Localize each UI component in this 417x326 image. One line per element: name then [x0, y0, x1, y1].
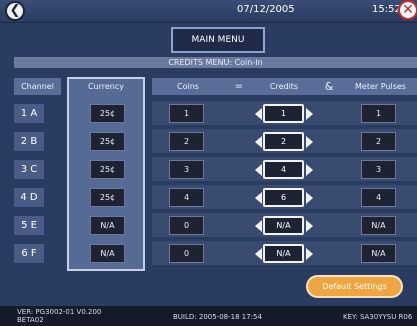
equals-header: =: [224, 78, 254, 95]
top-bar: ❮ 07/12/2005 15:52 ✕: [0, 0, 417, 23]
decrease-arrow-icon[interactable]: [255, 248, 262, 260]
channel-label: 2 B: [14, 132, 44, 151]
currency-value[interactable]: 25¢: [90, 132, 125, 151]
credits-stepper: 1: [255, 104, 313, 123]
increase-arrow-icon[interactable]: [306, 248, 313, 260]
meter-pulses-header: Meter Pulses: [344, 78, 417, 95]
decrease-arrow-icon[interactable]: [255, 220, 262, 232]
coins-value[interactable]: 4: [169, 188, 204, 207]
coins-header: Coins: [152, 78, 224, 95]
coins-value[interactable]: 2: [169, 132, 204, 151]
increase-arrow-icon[interactable]: [306, 108, 313, 120]
build-info: BUILD: 2005-08-18 17:54: [173, 313, 262, 321]
credits-menu-title: CREDITS MENU: Coin-In: [14, 57, 417, 68]
meter-pulses-value[interactable]: 2: [361, 132, 396, 151]
key-info: KEY: SA30YYSU R06: [343, 313, 413, 321]
decrease-arrow-icon[interactable]: [255, 136, 262, 148]
default-settings-button[interactable]: Default Settings: [306, 275, 403, 298]
footer-bar: VER: PG3002-01 V0.200 BETA02 BUILD: 2005…: [0, 306, 417, 326]
credits-stepper: N/A: [255, 216, 313, 235]
channel-label: 3 C: [14, 160, 44, 179]
credits-stepper: N/A: [255, 244, 313, 263]
channel-header: Channel: [14, 78, 61, 95]
credits-value[interactable]: 6: [263, 188, 304, 207]
version-beta: BETA02: [17, 316, 44, 324]
meter-pulses-value[interactable]: 4: [361, 188, 396, 207]
increase-arrow-icon[interactable]: [306, 164, 313, 176]
coins-value[interactable]: 3: [169, 160, 204, 179]
time-display: 15:52: [372, 4, 401, 15]
credits-stepper: 6: [255, 188, 313, 207]
credits-value[interactable]: N/A: [263, 244, 304, 263]
meter-pulses-value[interactable]: 1: [361, 104, 396, 123]
increase-arrow-icon[interactable]: [306, 136, 313, 148]
coins-value[interactable]: 0: [169, 216, 204, 235]
credits-value[interactable]: N/A: [263, 216, 304, 235]
meter-pulses-value[interactable]: N/A: [361, 216, 396, 235]
decrease-arrow-icon[interactable]: [255, 192, 262, 204]
coins-value[interactable]: 1: [169, 104, 204, 123]
decrease-arrow-icon[interactable]: [255, 108, 262, 120]
currency-value[interactable]: N/A: [90, 244, 125, 263]
channel-label: 6 F: [14, 244, 44, 263]
credits-value[interactable]: 4: [263, 160, 304, 179]
channel-label: 4 D: [14, 188, 44, 207]
ampersand-header: &: [314, 78, 344, 95]
coins-value[interactable]: 0: [169, 244, 204, 263]
currency-value[interactable]: 25¢: [90, 160, 125, 179]
close-icon[interactable]: ✕: [398, 0, 417, 20]
currency-value[interactable]: 25¢: [90, 188, 125, 207]
credits-header: Credits: [254, 78, 314, 95]
credits-stepper: 4: [255, 160, 313, 179]
increase-arrow-icon[interactable]: [306, 220, 313, 232]
channel-label: 5 E: [14, 216, 44, 235]
version-line: VER: PG3002-01 V0.200: [17, 308, 102, 316]
decrease-arrow-icon[interactable]: [255, 164, 262, 176]
currency-value[interactable]: N/A: [90, 216, 125, 235]
currency-value[interactable]: 25¢: [90, 104, 125, 123]
back-arrow-icon[interactable]: ❮: [5, 1, 25, 21]
version-info: VER: PG3002-01 V0.200 BETA02: [17, 308, 101, 324]
increase-arrow-icon[interactable]: [306, 192, 313, 204]
main-menu-button[interactable]: MAIN MENU: [171, 27, 265, 53]
currency-header: Currency: [87, 82, 125, 91]
date-display: 07/12/2005: [237, 4, 295, 15]
credits-value[interactable]: 2: [263, 132, 304, 151]
channel-label: 1 A: [14, 104, 44, 123]
meter-pulses-value[interactable]: 3: [361, 160, 396, 179]
meter-pulses-value[interactable]: N/A: [361, 244, 396, 263]
credits-value[interactable]: 1: [263, 104, 304, 123]
credits-stepper: 2: [255, 132, 313, 151]
